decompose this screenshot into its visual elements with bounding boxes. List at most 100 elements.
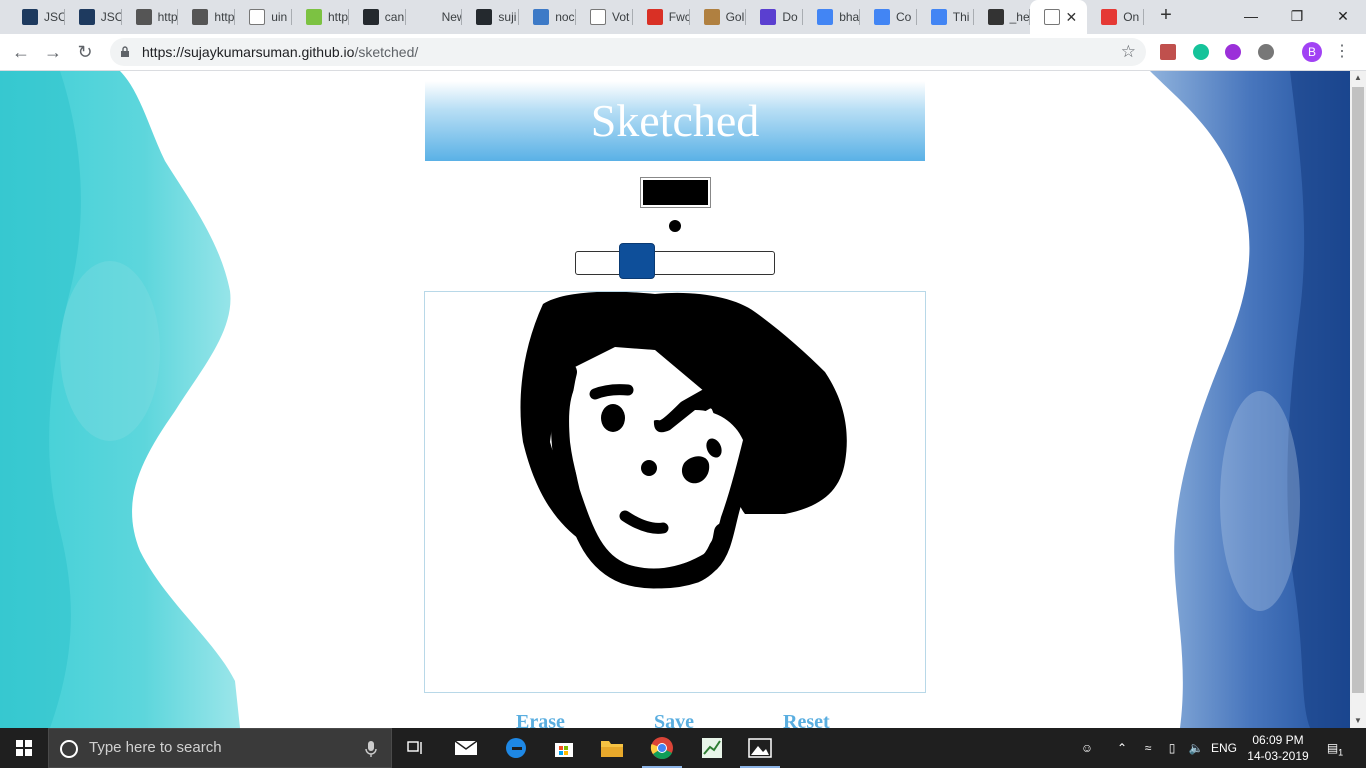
reset-button[interactable]: Reset (783, 711, 830, 728)
url-host: https://sujaykumarsuman.github.io (142, 44, 355, 60)
browser-tab[interactable]: Thi (917, 0, 974, 34)
tab-favicon-icon (590, 9, 606, 25)
tab-label: _he (1009, 10, 1030, 24)
browser-tab[interactable]: http (292, 0, 349, 34)
edge-browser-icon[interactable] (492, 728, 540, 768)
browser-tab[interactable]: _he (974, 0, 1031, 34)
extension-icon[interactable] (1225, 44, 1241, 60)
scroll-down-arrow-icon[interactable]: ▼ (1350, 714, 1366, 728)
volume-icon[interactable]: 🔈 (1184, 728, 1208, 768)
extension-icon-gray[interactable] (1258, 44, 1274, 60)
brush-size-preview (669, 220, 681, 232)
photos-icon[interactable] (736, 728, 784, 768)
url-text: https://sujaykumarsuman.github.io/sketch… (142, 38, 418, 66)
tab-label: On (1123, 10, 1140, 24)
browser-tab[interactable]: JSC (8, 0, 65, 34)
browser-tab[interactable]: Do (746, 0, 803, 34)
windows-logo-icon (16, 740, 32, 756)
browser-tab[interactable]: http (178, 0, 235, 34)
new-tab-button[interactable]: + (1154, 4, 1178, 28)
tab-favicon-icon (306, 9, 322, 25)
tab-favicon-icon (987, 9, 1004, 25)
browser-tab[interactable]: Vot (576, 0, 633, 34)
url-path: /sketched/ (354, 44, 419, 60)
forward-icon[interactable]: → (40, 40, 66, 64)
browser-tab[interactable]: bha (803, 0, 860, 34)
brush-size-slider[interactable] (575, 243, 775, 279)
watercolor-decoration-left (0, 71, 240, 728)
tab-close-icon[interactable]: ✕ (1065, 9, 1077, 26)
menu-kebab-icon[interactable]: ⋮ (1334, 40, 1350, 64)
tab-label: Do (782, 10, 798, 24)
page-scrollbar[interactable]: ▲ ▼ (1350, 71, 1366, 728)
tray-chevron-up-icon[interactable]: ⌃ (1110, 728, 1134, 768)
profile-avatar[interactable]: B (1302, 42, 1322, 62)
bookmark-star-icon[interactable]: ☆ (1121, 38, 1136, 66)
wifi-icon[interactable]: ≈ (1136, 728, 1160, 768)
cortana-circle-icon (60, 740, 78, 758)
browser-tab[interactable]: Fwc (633, 0, 690, 34)
clock[interactable]: 06:09 PM 14-03-2019 (1240, 732, 1316, 764)
tab-strip: JSC JSC http http uin http can New Tal suji noc Vo… (0, 0, 1366, 34)
browser-tab[interactable]: Gol (690, 0, 747, 34)
browser-tab[interactable]: can (349, 0, 406, 34)
search-placeholder: Type here to search (89, 739, 222, 756)
browser-tab[interactable]: Co (860, 0, 917, 34)
page-viewport: Sketched Erase Save Reset (0, 71, 1350, 728)
mail-icon[interactable] (442, 728, 490, 768)
drawing-canvas[interactable] (424, 291, 926, 693)
back-icon[interactable]: ← (8, 40, 34, 64)
tab-favicon-icon (703, 9, 720, 25)
tab-label: noc (555, 10, 575, 24)
erase-button[interactable]: Erase (516, 711, 565, 728)
file-explorer-icon[interactable] (588, 728, 636, 768)
start-button[interactable] (0, 728, 48, 768)
browser-tab[interactable]: JSC (65, 0, 122, 34)
language-indicator[interactable]: ENG (1208, 728, 1240, 768)
tab-favicon-icon (249, 9, 266, 25)
chart-app-icon[interactable] (688, 728, 736, 768)
action-center-icon[interactable]: ▤1 (1320, 728, 1350, 768)
browser-tab[interactable]: noc (519, 0, 576, 34)
close-window-button[interactable]: ✕ (1320, 0, 1366, 32)
watercolor-decoration-right (1150, 71, 1350, 728)
tab-label: http (328, 10, 349, 24)
tab-favicon-icon (476, 9, 493, 25)
brush-size-slider-thumb[interactable] (619, 243, 655, 279)
reload-icon[interactable]: ↻ (72, 40, 98, 64)
battery-icon[interactable]: ▯ (1160, 728, 1184, 768)
browser-tab[interactable]: suji (462, 0, 519, 34)
tab-favicon-icon (533, 9, 550, 25)
chrome-icon[interactable] (638, 728, 686, 768)
tab-favicon-icon (760, 9, 777, 25)
clock-date: 14-03-2019 (1247, 749, 1309, 763)
task-view-icon[interactable] (392, 728, 440, 768)
save-button[interactable]: Save (654, 711, 694, 728)
clock-time: 06:09 PM (1252, 733, 1304, 747)
browser-tab[interactable]: http (122, 0, 179, 34)
browser-tab[interactable]: On (1087, 0, 1144, 34)
microphone-icon[interactable] (365, 741, 377, 757)
tab-label: http (157, 10, 178, 24)
color-picker[interactable] (640, 177, 711, 208)
scrollbar-thumb[interactable] (1352, 87, 1364, 693)
minimize-button[interactable]: — (1228, 0, 1274, 32)
tab-favicon-icon (135, 9, 152, 25)
tab-label: uin (271, 10, 288, 24)
tab-label: can (384, 10, 405, 24)
browser-tab[interactable]: New Tal (406, 0, 462, 34)
scroll-up-arrow-icon[interactable]: ▲ (1350, 71, 1366, 85)
sketch-drawing (520, 292, 847, 589)
store-icon[interactable] (540, 728, 588, 768)
tab-active[interactable]: ✕ (1030, 0, 1088, 34)
browser-tab[interactable]: uin (235, 0, 292, 34)
tab-label: JSC (44, 10, 65, 24)
pdf-extension-icon[interactable] (1160, 44, 1176, 60)
address-bar[interactable]: https://sujaykumarsuman.github.io/sketch… (110, 38, 1146, 66)
people-icon[interactable]: ☺ (1072, 728, 1102, 768)
maximize-button[interactable]: ❐ (1274, 0, 1320, 32)
taskbar-search-box[interactable]: Type here to search (48, 728, 392, 768)
tab-favicon-icon (1101, 9, 1118, 25)
grammarly-extension-icon[interactable] (1193, 44, 1209, 60)
tab-label: Thi (952, 10, 970, 24)
